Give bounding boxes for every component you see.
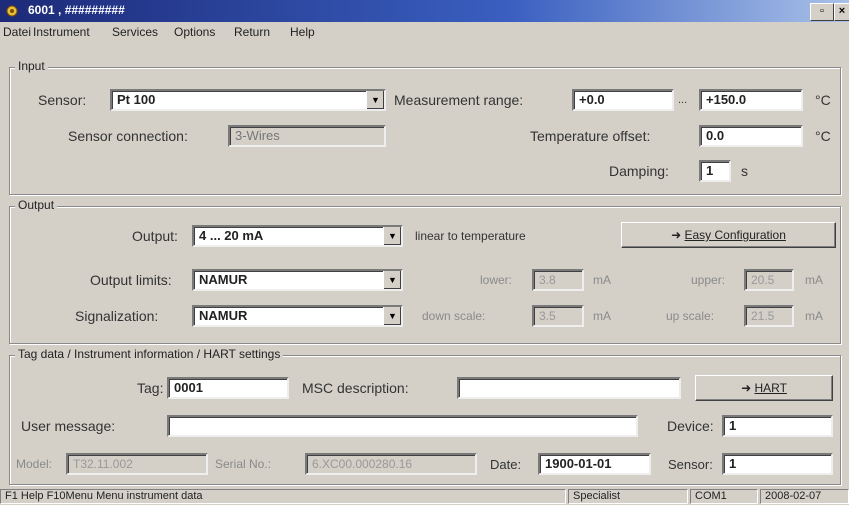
upper-label: upper: <box>691 273 726 287</box>
sensor-select[interactable]: Pt 100 ▼ <box>110 89 386 111</box>
temperature-offset-label: Temperature offset: <box>530 128 651 144</box>
output-group: Output Output: 4 ... 20 mA ▼ linear to t… <box>9 198 841 344</box>
signalization-select-value: NAMUR <box>199 308 248 323</box>
range-low-input[interactable]: +0.0 <box>572 89 674 111</box>
date-input[interactable]: 1900-01-01 <box>538 453 651 475</box>
easy-configuration-label: Easy Configuration <box>684 228 786 242</box>
output-limits-label: Output limits: <box>90 272 172 288</box>
signalization-select[interactable]: NAMUR ▼ <box>192 305 403 327</box>
temperature-offset-input[interactable]: 0.0 <box>699 125 803 147</box>
up-scale-label: up scale: <box>666 309 715 323</box>
menu-return[interactable]: Return <box>234 25 270 39</box>
chevron-down-icon[interactable]: ▼ <box>383 307 401 325</box>
serial-field: 6.XC00.000280.16 <box>305 453 477 475</box>
sensor-label: Sensor: <box>38 92 87 108</box>
chevron-down-icon[interactable]: ▼ <box>383 271 401 289</box>
up-scale-unit: mA <box>805 309 823 323</box>
damping-input[interactable]: 1 <box>699 160 731 182</box>
down-scale-label: down scale: <box>422 309 486 323</box>
lower-unit: mA <box>593 273 611 287</box>
temperature-offset-unit: °C <box>815 128 831 144</box>
user-message-label: User message: <box>21 418 116 434</box>
lower-label: lower: <box>480 273 513 287</box>
range-unit: °C <box>815 92 831 108</box>
maximize-button[interactable]: ▫ <box>810 3 834 21</box>
output-group-label: Output <box>15 198 58 212</box>
output-limits-select[interactable]: NAMUR ▼ <box>192 269 403 291</box>
upper-field: 20.5 <box>744 269 794 291</box>
damping-label: Damping: <box>609 163 669 179</box>
close-button[interactable]: × <box>834 3 849 21</box>
up-scale-field: 21.5 <box>744 305 794 327</box>
msc-description-label: MSC description: <box>302 380 409 396</box>
status-bar: F1 Help F10Menu Menu instrument data Spe… <box>0 488 849 505</box>
window-title: 6001 , ######### <box>28 3 125 17</box>
tag-hart-group: Tag data / Instrument information / HART… <box>9 347 841 485</box>
status-help: F1 Help F10Menu Menu instrument data <box>0 489 566 504</box>
sensor-connection-label: Sensor connection: <box>68 128 188 144</box>
input-group-label: Input <box>15 59 48 73</box>
chevron-down-icon[interactable]: ▼ <box>366 91 384 109</box>
app-window: 6001 , ######### ▫ × Datei Instrument Se… <box>0 0 849 505</box>
sensor-number-input[interactable]: 1 <box>722 453 833 475</box>
easy-configuration-button[interactable]: ➜ Easy Configuration <box>621 222 836 248</box>
measurement-range-label: Measurement range: <box>394 92 524 108</box>
menu-datei[interactable]: Datei <box>3 25 31 39</box>
app-icon <box>6 5 18 17</box>
chevron-down-icon[interactable]: ▼ <box>383 227 401 245</box>
device-label: Device: <box>667 418 714 434</box>
signalization-label: Signalization: <box>75 308 159 324</box>
title-bar: 6001 , ######### ▫ × <box>0 0 849 22</box>
device-input[interactable]: 1 <box>722 415 833 437</box>
output-select[interactable]: 4 ... 20 mA ▼ <box>192 225 403 247</box>
output-limits-select-value: NAMUR <box>199 272 248 287</box>
status-date: 2008-02-07 <box>760 489 849 504</box>
range-separator: ... <box>678 94 688 106</box>
msc-description-input[interactable] <box>457 377 681 399</box>
tag-label: Tag: <box>137 380 164 396</box>
date-label: Date: <box>490 457 522 472</box>
status-port: COM1 <box>690 489 758 504</box>
status-user: Specialist <box>568 489 688 504</box>
sensor-connection-field: 3-Wires <box>228 125 386 147</box>
menu-services[interactable]: Services <box>112 25 158 39</box>
menu-options[interactable]: Options <box>174 25 215 39</box>
menu-instrument[interactable]: Instrument <box>33 25 90 39</box>
lower-field: 3.8 <box>532 269 584 291</box>
down-scale-field: 3.5 <box>532 305 584 327</box>
menu-help[interactable]: Help <box>290 25 315 39</box>
upper-unit: mA <box>805 273 823 287</box>
serial-label: Serial No.: <box>215 457 272 471</box>
input-group: Input Sensor: Pt 100 ▼ Measurement range… <box>9 59 841 195</box>
damping-unit: s <box>741 163 748 179</box>
tag-hart-group-label: Tag data / Instrument information / HART… <box>15 347 284 361</box>
tag-input[interactable]: 0001 <box>167 377 289 399</box>
sensor-select-value: Pt 100 <box>117 92 156 107</box>
hart-button[interactable]: ➜ HART <box>695 375 833 401</box>
output-label: Output: <box>132 228 178 244</box>
linear-to-temperature-label: linear to temperature <box>415 229 526 243</box>
model-field: T32.11.002 <box>66 453 208 475</box>
user-message-input[interactable] <box>167 415 638 437</box>
menu-bar: Datei Instrument Services Options Return… <box>0 22 849 42</box>
output-select-value: 4 ... 20 mA <box>199 228 264 243</box>
sensor-number-label: Sensor: <box>668 457 713 472</box>
down-scale-unit: mA <box>593 309 611 323</box>
model-label: Model: <box>16 457 53 471</box>
hart-button-label: HART <box>754 381 787 395</box>
arrow-right-icon: ➜ <box>671 228 682 242</box>
range-high-input[interactable]: +150.0 <box>699 89 803 111</box>
arrow-right-icon: ➜ <box>741 381 752 395</box>
